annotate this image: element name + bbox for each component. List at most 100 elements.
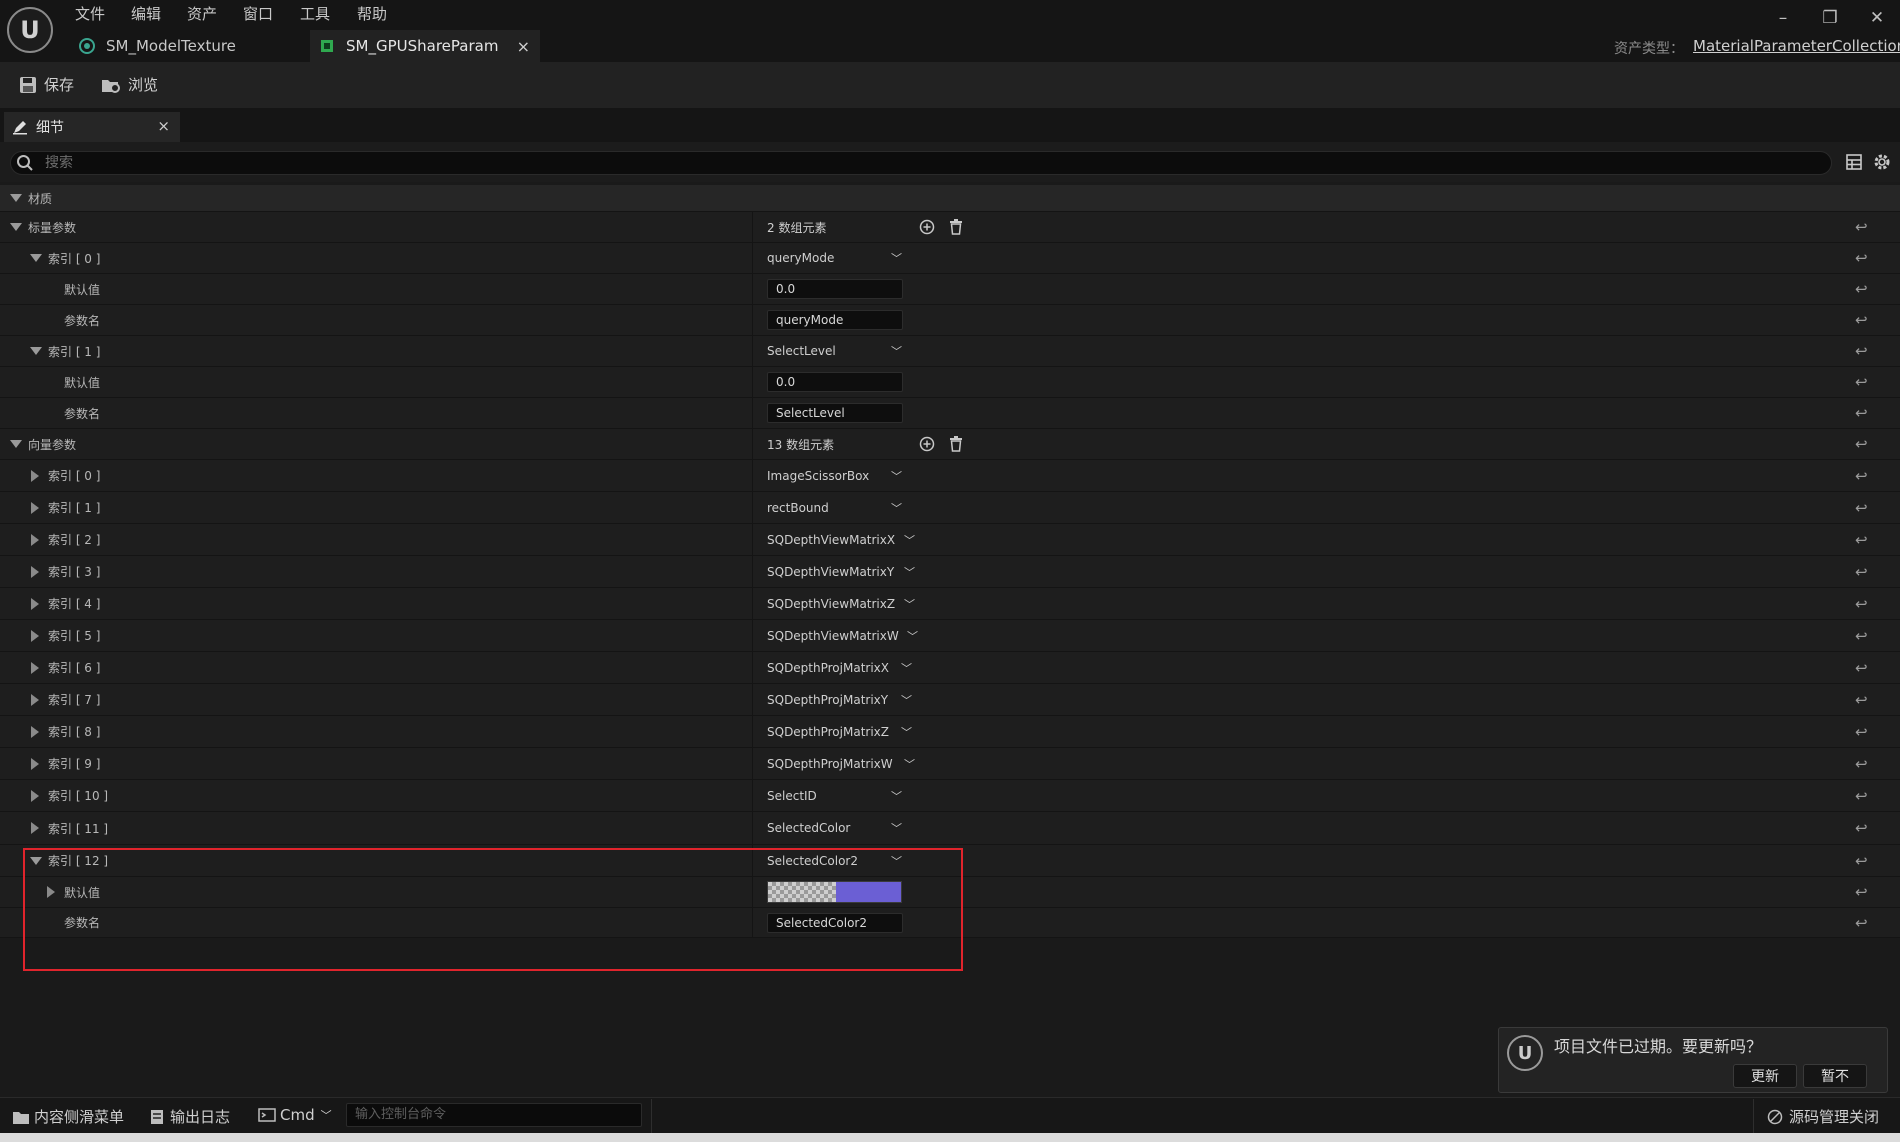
- vector-index-row[interactable]: 索引 [ 7 ] SQDepthProjMatrixY ﹀ ↩: [0, 684, 1900, 716]
- category-row-material[interactable]: 材质: [0, 185, 1900, 212]
- reset-arrow-icon[interactable]: ↩: [1855, 305, 1868, 335]
- vector-index-row[interactable]: 索引 [ 2 ] SQDepthViewMatrixX ﹀ ↩: [0, 524, 1900, 556]
- param-dropdown[interactable]: SelectLevel ﹀: [767, 336, 902, 366]
- asset-type-link[interactable]: MaterialParameterCollection: [1693, 37, 1900, 55]
- param-dropdown[interactable]: queryMode ﹀: [767, 243, 902, 273]
- expand-arrow-icon[interactable]: [31, 789, 39, 802]
- param-dropdown[interactable]: SQDepthProjMatrixW ﹀: [767, 748, 915, 779]
- reset-arrow-icon[interactable]: ↩: [1855, 845, 1868, 876]
- param-dropdown[interactable]: SQDepthViewMatrixY ﹀: [767, 556, 915, 587]
- reset-arrow-icon[interactable]: ↩: [1855, 429, 1868, 459]
- reset-arrow-icon[interactable]: ↩: [1855, 877, 1868, 907]
- close-tab-icon[interactable]: ×: [517, 37, 530, 56]
- reset-arrow-icon[interactable]: ↩: [1855, 274, 1868, 304]
- reset-arrow-icon[interactable]: ↩: [1855, 748, 1868, 779]
- reset-arrow-icon[interactable]: ↩: [1855, 492, 1868, 523]
- reset-arrow-icon[interactable]: ↩: [1855, 398, 1868, 428]
- reset-arrow-icon[interactable]: ↩: [1855, 716, 1868, 747]
- browse-button[interactable]: 浏览: [100, 74, 158, 95]
- collapse-arrow-icon[interactable]: [30, 347, 42, 355]
- close-details-icon[interactable]: ×: [157, 117, 170, 135]
- expand-arrow-icon[interactable]: [31, 565, 39, 578]
- default-value-input[interactable]: 0.0: [767, 279, 903, 299]
- console-input[interactable]: 输入控制台命令: [346, 1103, 642, 1127]
- param-dropdown[interactable]: SQDepthProjMatrixX ﹀: [767, 652, 912, 683]
- param-dropdown[interactable]: rectBound ﹀: [767, 492, 902, 523]
- unreal-logo-icon[interactable]: U: [7, 7, 53, 53]
- reset-arrow-icon[interactable]: ↩: [1855, 556, 1868, 587]
- scalar-index-0-row[interactable]: 索引 [ 0 ] queryMode ﹀ ↩: [0, 243, 1900, 274]
- menu-file[interactable]: 文件: [75, 3, 105, 24]
- reset-arrow-icon[interactable]: ↩: [1855, 336, 1868, 366]
- param-name-input[interactable]: SelectLevel: [767, 403, 903, 423]
- save-button[interactable]: 保存: [18, 74, 74, 95]
- menu-edit[interactable]: 编辑: [131, 3, 161, 24]
- tab-sm-modeltexture[interactable]: SM_ModelTexture: [70, 30, 308, 62]
- close-window-button[interactable]: ✕: [1862, 6, 1892, 30]
- update-button[interactable]: 更新: [1733, 1064, 1797, 1088]
- reset-arrow-icon[interactable]: ↩: [1855, 367, 1868, 397]
- source-control-button[interactable]: 源码管理关闭: [1767, 1106, 1879, 1127]
- reset-arrow-icon[interactable]: ↩: [1855, 780, 1868, 811]
- collapse-arrow-icon[interactable]: [10, 194, 22, 202]
- vector-index-row[interactable]: 索引 [ 9 ] SQDepthProjMatrixW ﹀ ↩: [0, 748, 1900, 780]
- param-dropdown[interactable]: SQDepthViewMatrixZ ﹀: [767, 588, 915, 619]
- reset-arrow-icon[interactable]: ↩: [1855, 620, 1868, 651]
- expand-arrow-icon[interactable]: [31, 661, 39, 674]
- vector-index-row[interactable]: 索引 [ 4 ] SQDepthViewMatrixZ ﹀ ↩: [0, 588, 1900, 620]
- search-input[interactable]: 搜索: [10, 151, 1832, 175]
- expand-arrow-icon[interactable]: [31, 501, 39, 514]
- menu-tools[interactable]: 工具: [300, 3, 330, 24]
- param-dropdown[interactable]: SQDepthProjMatrixZ ﹀: [767, 716, 912, 747]
- param-dropdown[interactable]: SQDepthViewMatrixW ﹀: [767, 620, 918, 651]
- vector-index-row[interactable]: 索引 [ 0 ] ImageScissorBox ﹀ ↩: [0, 460, 1900, 492]
- expand-arrow-icon[interactable]: [31, 757, 39, 770]
- cmd-dropdown[interactable]: Cmd ﹀: [258, 1106, 332, 1124]
- tab-sm-gpushareparam[interactable]: SM_GPUShareParam ×: [310, 30, 540, 62]
- reset-arrow-icon[interactable]: ↩: [1855, 460, 1868, 491]
- expand-arrow-icon[interactable]: [31, 533, 39, 546]
- expand-arrow-icon[interactable]: [31, 693, 39, 706]
- collapse-arrow-icon[interactable]: [10, 223, 22, 231]
- expand-arrow-icon[interactable]: [31, 469, 39, 482]
- reset-arrow-icon[interactable]: ↩: [1855, 652, 1868, 683]
- expand-arrow-icon[interactable]: [31, 629, 39, 642]
- details-tab[interactable]: 细节 ×: [4, 112, 180, 142]
- expand-arrow-icon[interactable]: [31, 597, 39, 610]
- property-matrix-icon[interactable]: [1845, 153, 1863, 171]
- menu-asset[interactable]: 资产: [187, 3, 217, 24]
- param-name-input[interactable]: queryMode: [767, 310, 903, 330]
- trash-icon[interactable]: [949, 219, 963, 235]
- gear-icon[interactable]: [1872, 152, 1892, 172]
- trash-icon[interactable]: [949, 436, 963, 452]
- reset-arrow-icon[interactable]: ↩: [1855, 684, 1868, 715]
- restore-button[interactable]: ❐: [1815, 6, 1845, 30]
- add-element-icon[interactable]: [919, 436, 935, 452]
- reset-arrow-icon[interactable]: ↩: [1855, 908, 1868, 937]
- output-log-button[interactable]: 输出日志: [150, 1106, 230, 1127]
- param-dropdown[interactable]: SQDepthViewMatrixX ﹀: [767, 524, 915, 555]
- vector-index-row[interactable]: 索引 [ 5 ] SQDepthViewMatrixW ﹀ ↩: [0, 620, 1900, 652]
- content-drawer-button[interactable]: 内容侧滑菜单: [12, 1106, 124, 1127]
- collapse-arrow-icon[interactable]: [10, 440, 22, 448]
- add-element-icon[interactable]: [919, 219, 935, 235]
- param-dropdown[interactable]: ImageScissorBox ﹀: [767, 460, 902, 491]
- default-value-input[interactable]: 0.0: [767, 372, 903, 392]
- reset-arrow-icon[interactable]: ↩: [1855, 588, 1868, 619]
- reset-arrow-icon[interactable]: ↩: [1855, 243, 1868, 273]
- vector-index-row[interactable]: 索引 [ 6 ] SQDepthProjMatrixX ﹀ ↩: [0, 652, 1900, 684]
- vector-index-row[interactable]: 索引 [ 8 ] SQDepthProjMatrixZ ﹀ ↩: [0, 716, 1900, 748]
- vector-index-row[interactable]: 索引 [ 11 ] SelectedColor ﹀ ↩: [0, 812, 1900, 845]
- scalar-index-1-row[interactable]: 索引 [ 1 ] SelectLevel ﹀ ↩: [0, 336, 1900, 367]
- collapse-arrow-icon[interactable]: [30, 254, 42, 262]
- menu-help[interactable]: 帮助: [357, 3, 387, 24]
- vector-index-row[interactable]: 索引 [ 10 ] SelectID ﹀ ↩: [0, 780, 1900, 812]
- reset-arrow-icon[interactable]: ↩: [1855, 212, 1868, 242]
- param-dropdown[interactable]: SelectID ﹀: [767, 780, 902, 811]
- minimize-button[interactable]: –: [1768, 6, 1798, 30]
- expand-arrow-icon[interactable]: [31, 822, 39, 834]
- vector-index-row[interactable]: 索引 [ 1 ] rectBound ﹀ ↩: [0, 492, 1900, 524]
- reset-arrow-icon[interactable]: ↩: [1855, 524, 1868, 555]
- expand-arrow-icon[interactable]: [31, 725, 39, 738]
- reset-arrow-icon[interactable]: ↩: [1855, 812, 1868, 844]
